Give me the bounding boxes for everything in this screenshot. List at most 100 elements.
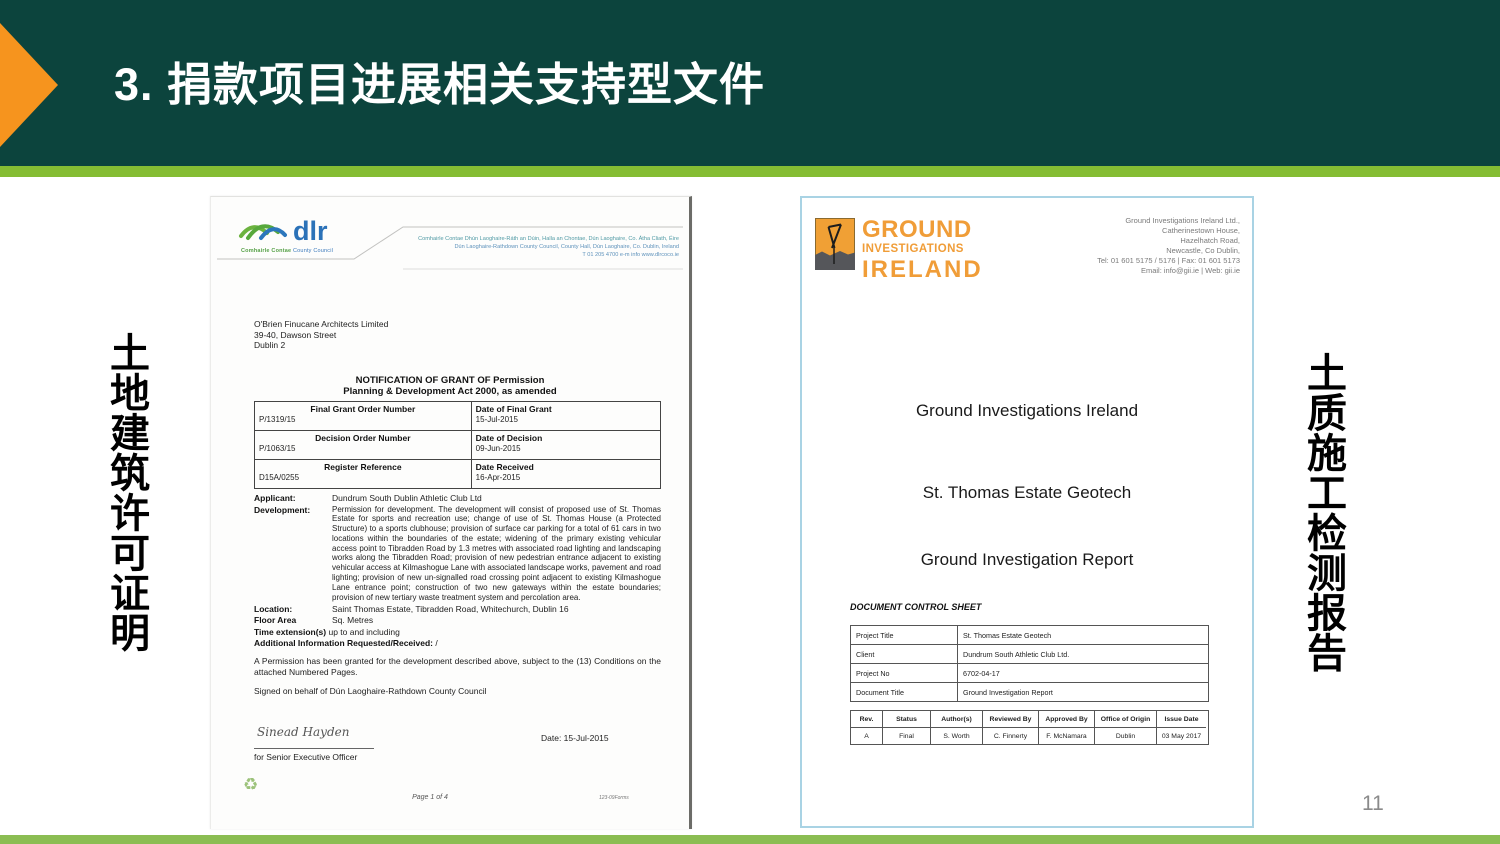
revision-table: Rev. Status Author(s) Reviewed By Approv… — [850, 710, 1209, 745]
table-cell: A — [851, 728, 883, 744]
development-text: Permission for development. The developm… — [332, 505, 661, 603]
signed-on-behalf-line: Signed on behalf of Dún Laoghaire-Rathdo… — [254, 686, 661, 696]
field-label: Applicant: — [254, 493, 332, 503]
cell-label: Final Grant Order Number — [259, 404, 467, 414]
table-cell: Register Reference D15A/0255 — [255, 460, 472, 488]
report-title-project: St. Thomas Estate Geotech — [802, 483, 1252, 503]
gii-address-line: Tel: 01 601 5175 / 5176 | Fax: 01 601 51… — [1097, 256, 1240, 266]
column-header: Reviewed By — [983, 711, 1039, 728]
field-value: Sq. Metres — [332, 615, 661, 625]
recycle-icon: ♻ — [243, 775, 258, 795]
council-address-line: Dún Laoghaire-Rathdown County Council, C… — [418, 243, 679, 251]
cell-value: Ground Investigation Report — [958, 683, 1208, 701]
location-row: Location: Saint Thomas Estate, Tibradden… — [254, 604, 661, 614]
cell-value: St. Thomas Estate Geotech — [958, 626, 1208, 645]
notification-heading: NOTIFICATION OF GRANT OF Permission Plan… — [211, 375, 689, 397]
gii-address-line: Ground Investigations Ireland Ltd., — [1097, 216, 1240, 226]
grant-paragraph: A Permission has been granted for the de… — [254, 656, 661, 677]
floor-area-row: Floor Area Sq. Metres — [254, 615, 661, 625]
cell-value: P/1319/15 — [259, 415, 467, 424]
field-label: Location: — [254, 604, 332, 614]
field-value: Saint Thomas Estate, Tibradden Road, Whi… — [332, 604, 661, 614]
column-header: Status — [883, 711, 931, 728]
cell-value: D15A/0255 — [259, 473, 467, 482]
gii-logo-icon — [815, 218, 855, 275]
gii-logo-wordmark: GROUND INVESTIGATIONS IRELAND — [862, 218, 983, 282]
table-cell: Final Grant Order Number P/1319/15 — [255, 402, 472, 431]
page-footer: Page 1 of 4 — [191, 794, 669, 801]
field-label: Additional Information Requested/Receive… — [254, 638, 433, 648]
table-cell: Final — [883, 728, 931, 744]
table-cell: Decision Order Number P/1063/15 — [255, 431, 472, 460]
footer-reference: 123-09Forms — [599, 795, 629, 801]
field-label: Time extension(s) — [254, 627, 326, 637]
table-cell: Date of Decision 09-Jun-2015 — [472, 431, 660, 460]
table-cell: Dublin — [1095, 728, 1157, 744]
gii-wordmark-line: IRELAND — [862, 258, 983, 282]
cell-value: 6702-04-17 — [958, 664, 1208, 683]
development-row: Development: Permission for development.… — [254, 505, 661, 603]
column-header: Office of Origin — [1095, 711, 1157, 728]
cell-label: Date of Decision — [476, 433, 656, 443]
permit-body: Applicant: Dundrum South Dublin Athletic… — [254, 493, 661, 696]
field-value: Dundrum South Dublin Athletic Club Ltd — [332, 493, 661, 503]
field-label: Floor Area — [254, 615, 332, 625]
cell-value: 15-Jul-2015 — [476, 415, 656, 424]
cell-value: P/1063/15 — [259, 444, 467, 453]
time-extension-row: Time extension(s) up to and including — [254, 627, 661, 637]
column-header: Approved By — [1039, 711, 1095, 728]
signature: Sinead Hayden — [257, 725, 349, 739]
column-header: Issue Date — [1157, 711, 1206, 728]
accent-bar-bottom — [0, 835, 1500, 844]
council-address-line: Comhairle Contae Dhún Laoghaire-Ráth an … — [418, 235, 679, 243]
control-sheet-heading: DOCUMENT CONTROL SHEET — [850, 602, 981, 612]
recipient-line: 39-40, Dawson Street — [254, 330, 388, 341]
column-header: Author(s) — [931, 711, 983, 728]
cell-label: Document Title — [851, 683, 958, 701]
cell-value: Dundrum South Athletic Club Ltd. — [958, 645, 1208, 664]
permit-document: dlr Comhairle Contae County Council Comh… — [210, 196, 692, 829]
document-control-table: Project Title St. Thomas Estate Geotech … — [850, 625, 1209, 702]
cell-label: Project Title — [851, 626, 958, 645]
slide-title: 3. 捐款项目进展相关支持型文件 — [114, 48, 765, 113]
cell-label: Decision Order Number — [259, 433, 467, 443]
signature-date: Date: 15-Jul-2015 — [541, 733, 609, 743]
cell-label: Project No — [851, 664, 958, 683]
cell-value: 09-Jun-2015 — [476, 444, 656, 453]
gii-address-line: Newcastle, Co Dublin, — [1097, 246, 1240, 256]
slide: 3. 捐款项目进展相关支持型文件 土地建筑许可证明 土质施工检测报告 dlr C… — [0, 0, 1500, 844]
field-value: / — [433, 638, 438, 648]
gii-address-line: Hazelhatch Road, — [1097, 236, 1240, 246]
table-cell: C. Finnerty — [983, 728, 1039, 744]
cell-value: 16-Apr-2015 — [476, 473, 656, 482]
report-title-document: Ground Investigation Report — [802, 550, 1252, 570]
recipient-line: Dublin 2 — [254, 340, 388, 351]
table-cell: Date of Final Grant 15-Jul-2015 — [472, 402, 660, 431]
notification-heading-line2: Planning & Development Act 2000, as amen… — [211, 386, 689, 397]
accent-bar-top — [0, 166, 1500, 177]
field-label: Development: — [254, 505, 332, 603]
notification-heading-line1: NOTIFICATION OF GRANT OF Permission — [211, 375, 689, 386]
field-value: up to and including — [326, 627, 400, 637]
cell-label: Client — [851, 645, 958, 664]
slide-page-number: 11 — [1362, 792, 1384, 816]
gii-wordmark-line: GROUND — [862, 218, 983, 242]
table-cell: 03 May 2017 — [1157, 728, 1206, 744]
council-address: Comhairle Contae Dhún Laoghaire-Ráth an … — [418, 235, 679, 259]
right-caption: 土质施工检测报告 — [1303, 352, 1343, 672]
left-caption: 土地建筑许可证明 — [106, 332, 146, 652]
cell-label: Register Reference — [259, 462, 467, 472]
recipient-line: O'Brien Finucane Architects Limited — [254, 319, 388, 330]
column-header: Rev. — [851, 711, 883, 728]
gii-document: GROUND INVESTIGATIONS IRELAND Ground Inv… — [800, 196, 1254, 828]
gii-address-block: Ground Investigations Ireland Ltd., Cath… — [1097, 216, 1240, 276]
cell-label: Date Received — [476, 462, 656, 472]
signature-rule — [254, 748, 374, 749]
gii-address-line: Email: info@gii.ie | Web: gii.ie — [1097, 266, 1240, 276]
table-cell: S. Worth — [931, 728, 983, 744]
signature-role: for Senior Executive Officer — [254, 752, 357, 762]
table-cell: Date Received 16-Apr-2015 — [472, 460, 660, 488]
council-address-line: T 01 205 4700 e-m info www.dlrcoco.ie — [418, 251, 679, 259]
report-title-company: Ground Investigations Ireland — [802, 401, 1252, 421]
grant-details-table: Final Grant Order Number P/1319/15 Date … — [254, 401, 661, 489]
